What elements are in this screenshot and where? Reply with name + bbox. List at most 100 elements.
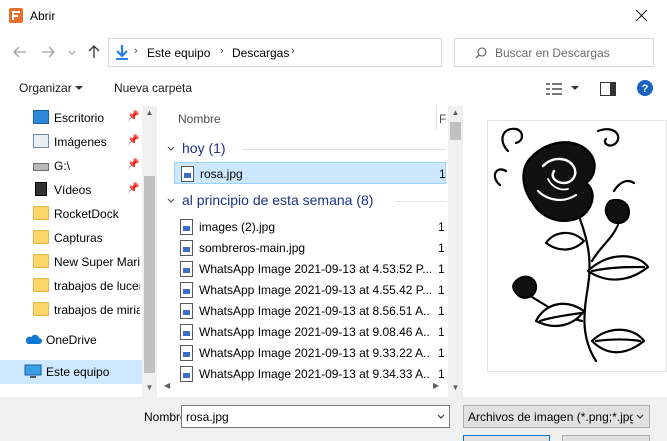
file-name: WhatsApp Image 2021-09-13 at 9.08.46 A..… (199, 325, 431, 339)
file-name-input[interactable]: rosa.jpg (181, 405, 450, 428)
rose-drawing-image (488, 121, 666, 371)
scroll-down-icon[interactable]: ▼ (145, 383, 154, 392)
file-date: 1 (438, 220, 445, 234)
videos-icon (35, 182, 47, 196)
desktop-icon (33, 110, 49, 124)
close-button[interactable] (630, 6, 654, 26)
scrollbar-thumb[interactable] (144, 176, 155, 373)
address-bar[interactable]: › Este equipo › Descargas › (108, 38, 537, 67)
file-row[interactable]: rosa.jpg 1 (174, 162, 446, 184)
file-name: WhatsApp Image 2021-09-13 at 4.53.52 P..… (199, 262, 431, 276)
file-row[interactable]: WhatsApp Image 2021-09-13 at 8.56.51 A..… (174, 300, 446, 322)
sidebar-item-label: trabajos de lucero (54, 279, 140, 293)
file-row[interactable]: sombreros-main.jpg 1 (174, 237, 446, 259)
arrow-left-icon (13, 46, 26, 58)
preview-pane (487, 120, 667, 372)
file-type-select[interactable]: Archivos de imagen (*.png;*.jpg (463, 405, 650, 428)
sidebar-item-drive-g[interactable]: G:\ 📌 (0, 154, 142, 178)
file-row[interactable]: WhatsApp Image 2021-09-13 at 9.08.46 A..… (174, 321, 446, 343)
group-divider (396, 201, 446, 202)
sidebar-item-onedrive[interactable]: OneDrive (0, 328, 142, 352)
navigation-pane-scrollbar[interactable]: ▲ ▼ (142, 106, 157, 397)
file-row[interactable]: images (2).jpg 1 (174, 216, 446, 238)
downloads-icon (116, 45, 128, 60)
back-button[interactable] (10, 42, 30, 62)
sidebar-item-trabajos-lucero[interactable]: trabajos de lucero (0, 274, 142, 298)
file-name: images (2).jpg (199, 220, 276, 234)
file-row[interactable]: WhatsApp Image 2021-09-13 at 4.53.52 P..… (174, 258, 446, 280)
sidebar-item-label: New Super Mario (54, 255, 140, 269)
sidebar-item-este-equipo[interactable]: Este equipo (0, 360, 142, 384)
sidebar-item-escritorio[interactable]: Escritorio 📌 (0, 106, 142, 130)
drive-icon (33, 163, 49, 171)
file-date: 1 (438, 367, 445, 381)
chevron-down-icon[interactable] (167, 145, 175, 153)
recent-locations-button[interactable] (62, 42, 82, 62)
scroll-right-icon[interactable]: ▶ (433, 381, 439, 390)
sort-arrow-icon: ⌃ (298, 106, 307, 113)
chevron-down-icon[interactable] (571, 86, 579, 90)
file-type-value: Archivos de imagen (*.png;*.jpg (468, 410, 633, 424)
search-box[interactable]: Buscar en Descargas (454, 38, 654, 67)
chevron-down-icon (636, 414, 644, 419)
pin-icon: 📌 (127, 111, 140, 122)
sidebar-item-trabajos-miriam[interactable]: trabajos de miriam (0, 298, 142, 322)
column-divider[interactable] (436, 106, 437, 130)
onedrive-icon (25, 334, 42, 344)
scrollbar-thumb[interactable] (450, 122, 461, 140)
command-bar: Organizar Nueva carpeta ? (0, 72, 667, 106)
search-icon (475, 47, 487, 59)
file-row[interactable]: WhatsApp Image 2021-09-13 at 9.34.33 A..… (174, 363, 446, 385)
image-file-icon (180, 303, 193, 319)
chevron-down-icon[interactable] (167, 197, 175, 205)
bottom-bar: Nombre: rosa.jpg Archivos de imagen (*.p… (0, 397, 667, 441)
breadcrumb-este-equipo[interactable]: Este equipo (147, 46, 210, 60)
sidebar-item-label: trabajos de miriam (54, 303, 140, 317)
file-date: 1 (438, 304, 445, 318)
file-list-scrollbar[interactable]: ▲ ▼ (448, 106, 463, 397)
scroll-down-icon[interactable]: ▼ (451, 383, 460, 392)
sidebar-item-videos[interactable]: Vídeos 📌 (0, 178, 142, 202)
up-button[interactable] (84, 42, 104, 62)
pin-icon: 📌 (127, 135, 140, 146)
forward-button[interactable] (38, 42, 58, 62)
breadcrumb-descargas[interactable]: Descargas (232, 46, 289, 60)
help-icon[interactable]: ? (637, 80, 653, 96)
cancel-button[interactable] (562, 435, 650, 441)
pin-icon: 📌 (127, 159, 140, 170)
new-folder-button[interactable]: Nueva carpeta (114, 81, 192, 95)
chevron-down-icon (75, 86, 83, 90)
scroll-left-icon[interactable]: ◀ (164, 381, 170, 390)
sidebar-item-rocketdock[interactable]: RocketDock (0, 202, 142, 226)
search-input[interactable]: Buscar en Descargas (495, 46, 610, 60)
sidebar-item-capturas[interactable]: Capturas (0, 226, 142, 250)
chevron-right-icon: › (220, 45, 224, 57)
scroll-up-icon[interactable]: ▲ (145, 108, 154, 117)
file-row[interactable]: WhatsApp Image 2021-09-13 at 4.55.42 P..… (174, 279, 446, 301)
sidebar-item-new-super-mario[interactable]: New Super Mario (0, 250, 142, 274)
preview-pane-icon[interactable] (600, 82, 616, 96)
column-header-name[interactable]: Nombre (178, 112, 221, 126)
organize-button[interactable]: Organizar (19, 81, 72, 95)
folder-icon (33, 206, 49, 220)
arrow-right-icon (42, 46, 55, 58)
image-file-icon (180, 345, 193, 361)
file-date: 1 (438, 325, 445, 339)
column-header-date[interactable]: F (439, 112, 446, 126)
group-divider (242, 149, 446, 150)
open-button[interactable] (463, 435, 550, 441)
chevron-right-icon: › (134, 45, 138, 57)
sidebar-item-imagenes[interactable]: Imágenes 📌 (0, 130, 142, 154)
group-header-hoy[interactable]: hoy (1) (182, 140, 226, 156)
navigation-bar: › Este equipo › Descargas › Buscar en De… (0, 32, 667, 72)
sidebar-item-label: RocketDock (54, 207, 119, 221)
file-date: 1 (438, 241, 445, 255)
view-options-icon[interactable] (545, 82, 563, 96)
file-name-value: rosa.jpg (186, 410, 229, 424)
chevron-down-icon[interactable] (437, 414, 445, 420)
scroll-up-icon[interactable]: ▲ (451, 108, 460, 117)
group-header-esta-semana[interactable]: al principio de esta semana (8) (182, 192, 373, 208)
file-row[interactable]: WhatsApp Image 2021-09-13 at 9.33.22 A..… (174, 342, 446, 364)
file-list: ⌃ Nombre F hoy (1) rosa.jpg 1 al princip… (160, 106, 448, 397)
sidebar-item-label: Este equipo (46, 365, 110, 379)
